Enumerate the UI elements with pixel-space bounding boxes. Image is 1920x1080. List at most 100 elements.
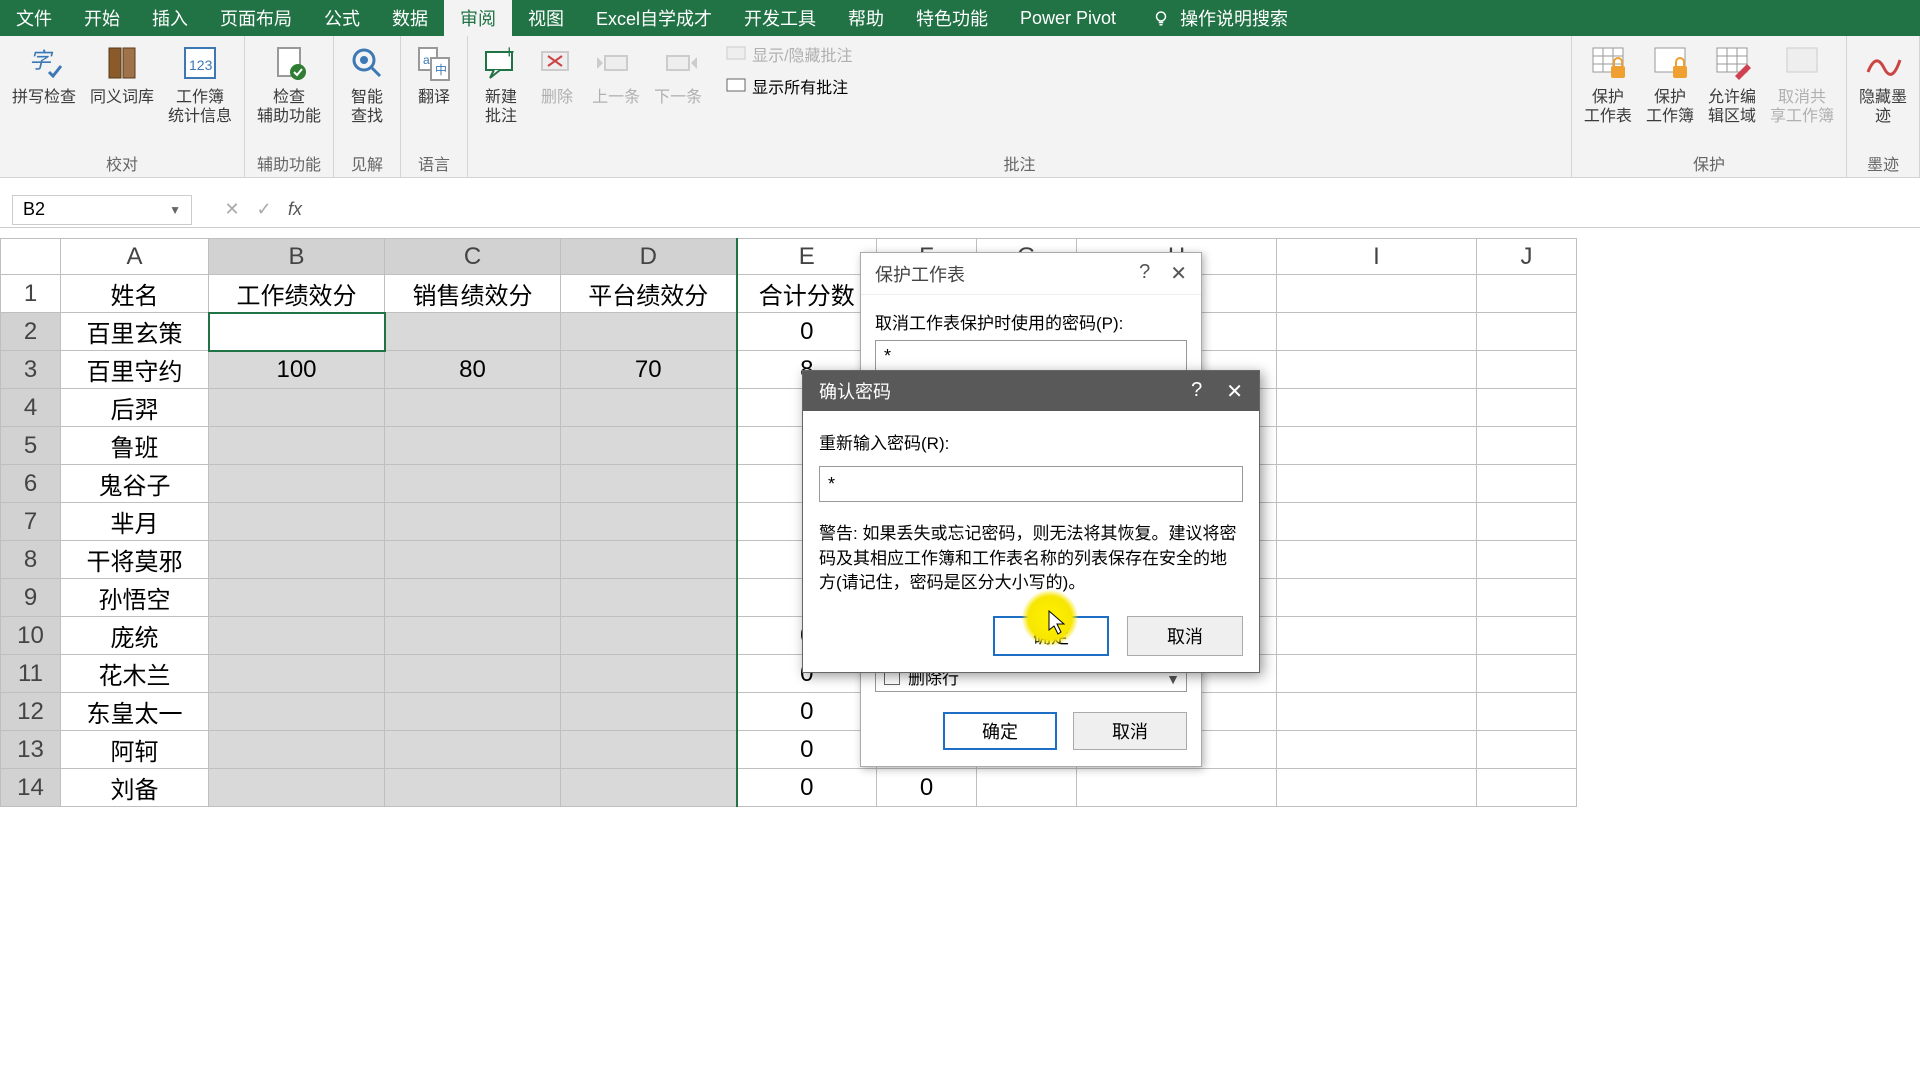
cell[interactable]	[561, 313, 737, 351]
row-header-13[interactable]: 13	[1, 731, 61, 769]
allow-edit-ranges-button[interactable]: 允许编 辑区域	[1708, 42, 1756, 126]
row-header-4[interactable]: 4	[1, 389, 61, 427]
cell[interactable]: 孙悟空	[61, 579, 209, 617]
row-header-12[interactable]: 12	[1, 693, 61, 731]
row-header-14[interactable]: 14	[1, 769, 61, 807]
col-header-C[interactable]: C	[385, 239, 561, 275]
cell[interactable]	[209, 731, 385, 769]
cell[interactable]: 0	[737, 769, 877, 807]
cell[interactable]: 0	[737, 693, 877, 731]
cell[interactable]	[385, 693, 561, 731]
dialog2-close-icon[interactable]: ✕	[1226, 379, 1243, 404]
cell[interactable]	[385, 465, 561, 503]
cell[interactable]	[1477, 731, 1577, 769]
cell[interactable]: 刘备	[61, 769, 209, 807]
smart-lookup-button[interactable]: 智能 查找	[346, 42, 388, 126]
cell[interactable]	[977, 769, 1077, 807]
cell[interactable]: 芈月	[61, 503, 209, 541]
dialog1-titlebar[interactable]: 保护工作表 ? ✕	[861, 253, 1201, 295]
row-header-1[interactable]: 1	[1, 275, 61, 313]
cell[interactable]	[1277, 427, 1477, 465]
cell[interactable]	[561, 769, 737, 807]
cell[interactable]: 姓名	[61, 275, 209, 313]
tab-custom1[interactable]: Excel自学成才	[580, 0, 728, 36]
translate-button[interactable]: a中 翻译	[413, 42, 455, 107]
tab-special[interactable]: 特色功能	[900, 0, 1004, 36]
cell[interactable]	[1477, 389, 1577, 427]
cell[interactable]	[1477, 655, 1577, 693]
cell[interactable]	[1477, 351, 1577, 389]
cell[interactable]	[1477, 313, 1577, 351]
row-header-10[interactable]: 10	[1, 617, 61, 655]
cell[interactable]	[209, 389, 385, 427]
protect-sheet-button[interactable]: 保护 工作表	[1584, 42, 1632, 126]
cell[interactable]: 70	[561, 351, 737, 389]
tab-formulas[interactable]: 公式	[308, 0, 376, 36]
cell[interactable]: 后羿	[61, 389, 209, 427]
formula-input[interactable]	[310, 195, 1920, 225]
cell[interactable]	[209, 655, 385, 693]
cell[interactable]: 工作绩效分	[209, 275, 385, 313]
scroll-down-icon[interactable]: ▼	[1166, 671, 1180, 687]
row-header-3[interactable]: 3	[1, 351, 61, 389]
row-header-5[interactable]: 5	[1, 427, 61, 465]
cell[interactable]: 庞统	[61, 617, 209, 655]
cell[interactable]	[1477, 465, 1577, 503]
fx-icon[interactable]: fx	[288, 199, 302, 220]
protect-workbook-button[interactable]: 保护 工作簿	[1646, 42, 1694, 126]
row-header-9[interactable]: 9	[1, 579, 61, 617]
cell[interactable]	[1277, 769, 1477, 807]
cell[interactable]	[209, 617, 385, 655]
cell[interactable]	[209, 579, 385, 617]
cell[interactable]: 0	[737, 731, 877, 769]
cell[interactable]	[209, 465, 385, 503]
cell[interactable]	[561, 655, 737, 693]
check-accessibility-button[interactable]: 检查 辅助功能	[257, 42, 321, 126]
dialog2-password-input[interactable]	[819, 466, 1243, 502]
cell[interactable]	[385, 731, 561, 769]
cell[interactable]	[385, 313, 561, 351]
new-comment-button[interactable]: + 新建 批注	[480, 42, 522, 126]
cell[interactable]	[1477, 541, 1577, 579]
col-header-I[interactable]: I	[1277, 239, 1477, 275]
cell[interactable]: 花木兰	[61, 655, 209, 693]
cell[interactable]	[1277, 503, 1477, 541]
cell[interactable]	[1277, 275, 1477, 313]
row-header-8[interactable]: 8	[1, 541, 61, 579]
tab-home[interactable]: 开始	[68, 0, 136, 36]
row-header-11[interactable]: 11	[1, 655, 61, 693]
cell[interactable]: 鬼谷子	[61, 465, 209, 503]
cell[interactable]	[1477, 769, 1577, 807]
cell[interactable]	[385, 389, 561, 427]
dialog2-help-icon[interactable]: ?	[1191, 379, 1202, 404]
cell[interactable]	[1277, 541, 1477, 579]
col-header-J[interactable]: J	[1477, 239, 1577, 275]
cell[interactable]	[385, 503, 561, 541]
select-all-corner[interactable]	[1, 239, 61, 275]
cell[interactable]	[209, 503, 385, 541]
cell[interactable]	[1277, 389, 1477, 427]
cell[interactable]	[1277, 579, 1477, 617]
tab-help[interactable]: 帮助	[832, 0, 900, 36]
cell[interactable]: 0	[737, 313, 877, 351]
cell[interactable]: 鲁班	[61, 427, 209, 465]
cell[interactable]: 80	[385, 351, 561, 389]
cell[interactable]	[1277, 351, 1477, 389]
dialog1-password-input[interactable]	[875, 340, 1187, 372]
tab-view[interactable]: 视图	[512, 0, 580, 36]
cell-active[interactable]	[209, 313, 385, 351]
cell[interactable]	[561, 503, 737, 541]
row-header-7[interactable]: 7	[1, 503, 61, 541]
cell[interactable]: 干将莫邪	[61, 541, 209, 579]
cell[interactable]	[1477, 693, 1577, 731]
spelling-button[interactable]: 字 拼写检查	[12, 42, 76, 107]
tab-developer[interactable]: 开发工具	[728, 0, 832, 36]
cell[interactable]	[209, 541, 385, 579]
dialog2-cancel-button[interactable]: 取消	[1127, 616, 1243, 656]
workbook-stats-button[interactable]: 123 工作簿 统计信息	[168, 42, 232, 126]
cell[interactable]: 百里玄策	[61, 313, 209, 351]
cell[interactable]	[1477, 503, 1577, 541]
cell[interactable]	[385, 655, 561, 693]
cell[interactable]	[561, 617, 737, 655]
tab-insert[interactable]: 插入	[136, 0, 204, 36]
